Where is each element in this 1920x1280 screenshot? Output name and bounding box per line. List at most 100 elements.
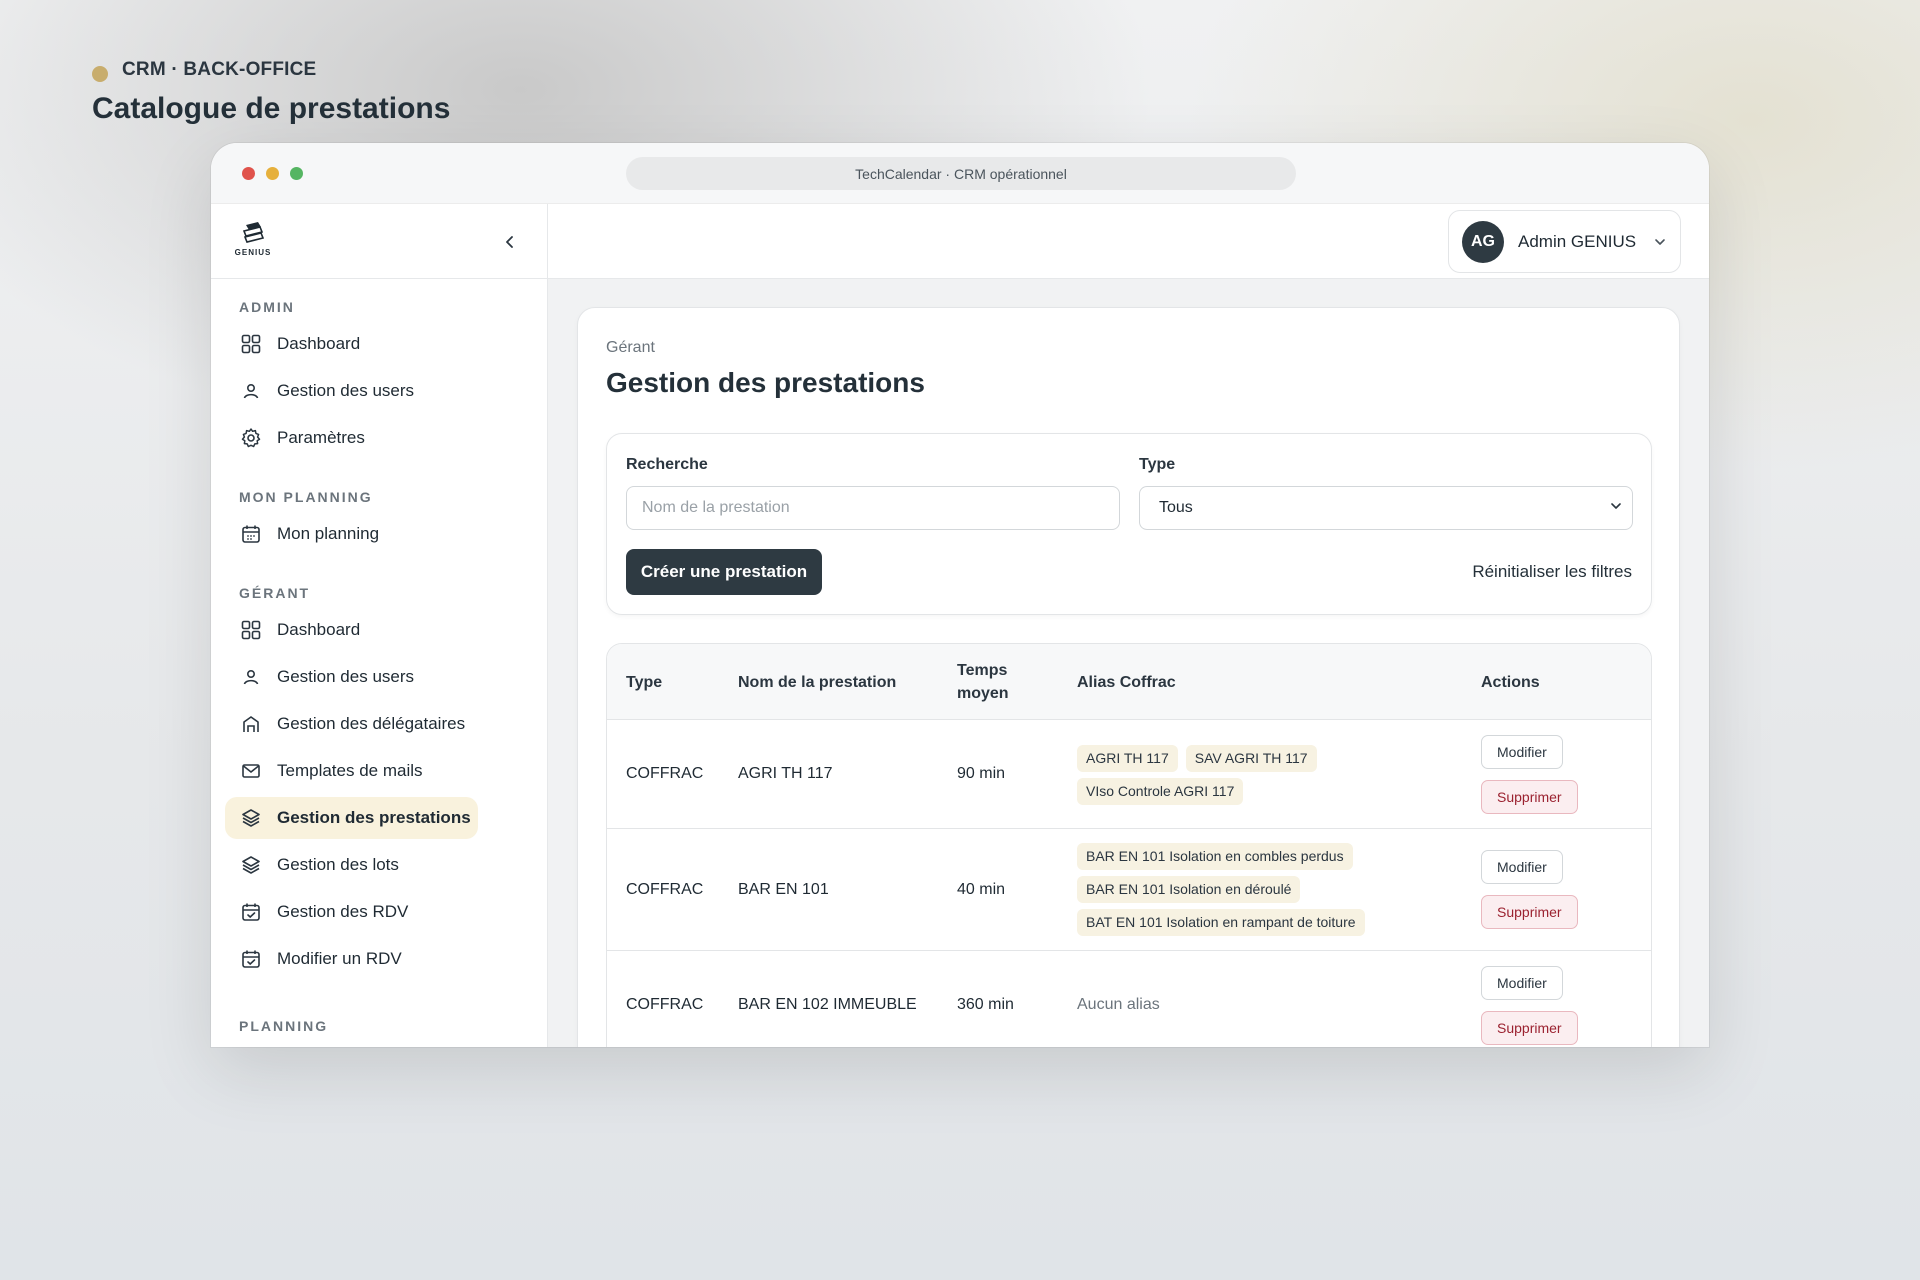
sidebar-item-label: Templates de mails	[277, 761, 423, 780]
header-alias: Alias Coffrac	[1077, 674, 1176, 691]
row-actions: Modifier Supprimer	[1481, 850, 1578, 929]
close-window-button[interactable]	[242, 167, 255, 180]
filters-panel: Recherche Type Tous Créer une prestation…	[606, 433, 1652, 615]
cell-type: COFFRAC	[626, 765, 704, 782]
sidebar-item-mon-planning[interactable]: Mon planning	[225, 513, 533, 555]
sidebar-item-templates-mails[interactable]: Templates de mails	[225, 750, 533, 792]
delete-button[interactable]: Supprimer	[1481, 780, 1578, 814]
sidebar-item-label: Dashboard	[277, 620, 361, 639]
alias-tag: BAT EN 101 Isolation en rampant de toitu…	[1077, 909, 1365, 936]
window-titlebar: TechCalendar · CRM opérationnel	[211, 143, 1709, 204]
delete-button[interactable]: Supprimer	[1481, 895, 1578, 929]
calendar-check-icon	[239, 900, 263, 924]
showcase-eyebrow: CRM · BACK-OFFICE	[92, 58, 316, 82]
alias-tag: BAR EN 101 Isolation en combles perdus	[1077, 843, 1353, 870]
edit-button[interactable]: Modifier	[1481, 850, 1563, 884]
alias-tags: BAR EN 101 Isolation en combles perdus B…	[1077, 843, 1407, 936]
chevron-down-icon	[1610, 499, 1622, 517]
eyebrow-text: CRM · BACK-OFFICE	[122, 59, 317, 80]
main-content: AG Admin GENIUS Gérant Gestion des prest…	[548, 204, 1709, 1047]
sidebar-section-planning: PLANNING	[239, 1018, 329, 1034]
sidebar-item-label: Gestion des prestations	[277, 808, 471, 827]
header-time-line2: moyen	[957, 685, 1009, 702]
cell-name: AGRI TH 117	[738, 765, 833, 782]
calendar-check-icon	[239, 947, 263, 971]
user-menu[interactable]: AG Admin GENIUS	[1448, 210, 1681, 273]
sidebar-section-gerant: GÉRANT	[239, 585, 311, 601]
layers-icon	[239, 806, 263, 830]
collapse-sidebar-button[interactable]	[498, 230, 522, 254]
gear-icon	[239, 426, 263, 450]
header-time-line1: Temps	[957, 662, 1008, 679]
user-icon	[239, 379, 263, 403]
cell-time: 40 min	[957, 881, 1006, 898]
minimize-window-button[interactable]	[266, 167, 279, 180]
sidebar-item-settings[interactable]: Paramètres	[225, 417, 533, 459]
sidebar-item-label: Gestion des RDV	[277, 902, 409, 921]
brand-logo[interactable]: GENIUS	[232, 221, 274, 263]
layers-icon	[239, 853, 263, 877]
sidebar-header: GENIUS	[211, 204, 547, 279]
alias-tag: BAR EN 101 Isolation en déroulé	[1077, 876, 1301, 903]
edit-button[interactable]: Modifier	[1481, 966, 1563, 1000]
sidebar-item-delegataires[interactable]: Gestion des délégataires	[225, 703, 533, 745]
sidebar-section-mon-planning: MON PLANNING	[239, 489, 373, 505]
header-actions: Actions	[1481, 674, 1540, 691]
address-bar[interactable]: TechCalendar · CRM opérationnel	[626, 157, 1296, 190]
type-select-value: Tous	[1159, 499, 1193, 516]
no-alias-text: Aucun alias	[1077, 996, 1160, 1013]
sidebar-item-label: Paramètres	[277, 428, 365, 447]
sidebar-item-label: Gestion des users	[277, 667, 415, 686]
dashboard-icon	[239, 332, 263, 356]
chevron-down-icon	[1654, 236, 1666, 248]
sidebar-item-gestion-prestations[interactable]: Gestion des prestations	[225, 797, 478, 839]
header-type: Type	[626, 674, 663, 691]
cell-time: 90 min	[957, 765, 1006, 782]
sidebar: GENIUS ADMIN Dashboard Gestion des users	[211, 204, 548, 1047]
cell-name: BAR EN 101	[738, 881, 829, 898]
alias-tag: VIso Controle AGRI 117	[1077, 778, 1244, 805]
logo-text: GENIUS	[234, 248, 272, 257]
sidebar-item-gerant-users[interactable]: Gestion des users	[225, 656, 533, 698]
create-prestation-button[interactable]: Créer une prestation	[626, 549, 822, 595]
cell-type: COFFRAC	[626, 881, 704, 898]
sidebar-item-label: Dashboard	[277, 334, 361, 353]
prestations-table: Type Nom de la prestation Temps moyen Al…	[606, 643, 1652, 1047]
alias-tag: AGRI TH 117	[1077, 745, 1178, 772]
sidebar-item-label: Modifier un RDV	[277, 949, 402, 968]
type-select[interactable]: Tous	[1139, 486, 1633, 530]
maximize-window-button[interactable]	[290, 167, 303, 180]
browser-window: TechCalendar · CRM opérationnel GENIUS A…	[211, 143, 1709, 1047]
page-title: Gestion des prestations	[606, 367, 925, 398]
calendar-icon	[239, 522, 263, 546]
edit-button[interactable]: Modifier	[1481, 735, 1563, 769]
avatar: AG	[1462, 220, 1504, 263]
sidebar-item-label: Gestion des délégataires	[277, 714, 466, 733]
logo-icon	[242, 222, 265, 243]
table-header: Type Nom de la prestation Temps moyen Al…	[607, 644, 1651, 720]
delete-button[interactable]: Supprimer	[1481, 1011, 1578, 1045]
cell-name: BAR EN 102 IMMEUBLE	[738, 996, 917, 1013]
app-shell: GENIUS ADMIN Dashboard Gestion des users	[211, 204, 1709, 1047]
accent-dot	[92, 66, 108, 82]
table-row: COFFRAC BAR EN 102 IMMEUBLE 360 min Aucu…	[607, 951, 1651, 1047]
row-actions: Modifier Supprimer	[1481, 966, 1578, 1045]
sidebar-item-gestion-rdv[interactable]: Gestion des RDV	[225, 891, 533, 933]
type-label: Type	[1139, 456, 1176, 473]
chevron-left-icon	[506, 236, 513, 248]
sidebar-item-gestion-lots[interactable]: Gestion des lots	[225, 844, 533, 886]
user-icon	[239, 665, 263, 689]
sidebar-item-modifier-rdv[interactable]: Modifier un RDV	[225, 938, 533, 980]
alias-tag: SAV AGRI TH 117	[1185, 745, 1317, 772]
breadcrumb: Gérant	[606, 339, 655, 356]
reset-filters-link[interactable]: Réinitialiser les filtres	[1472, 562, 1632, 582]
sidebar-item-admin-dashboard[interactable]: Dashboard	[225, 323, 533, 365]
mail-icon	[239, 759, 263, 783]
user-name: Admin GENIUS	[1518, 231, 1637, 251]
search-label: Recherche	[626, 456, 708, 473]
search-input[interactable]	[626, 486, 1120, 530]
sidebar-item-admin-users[interactable]: Gestion des users	[225, 370, 533, 412]
header-time: Temps moyen	[957, 659, 1009, 705]
showcase-title: Catalogue de prestations	[92, 92, 451, 125]
sidebar-item-gerant-dashboard[interactable]: Dashboard	[225, 609, 533, 651]
